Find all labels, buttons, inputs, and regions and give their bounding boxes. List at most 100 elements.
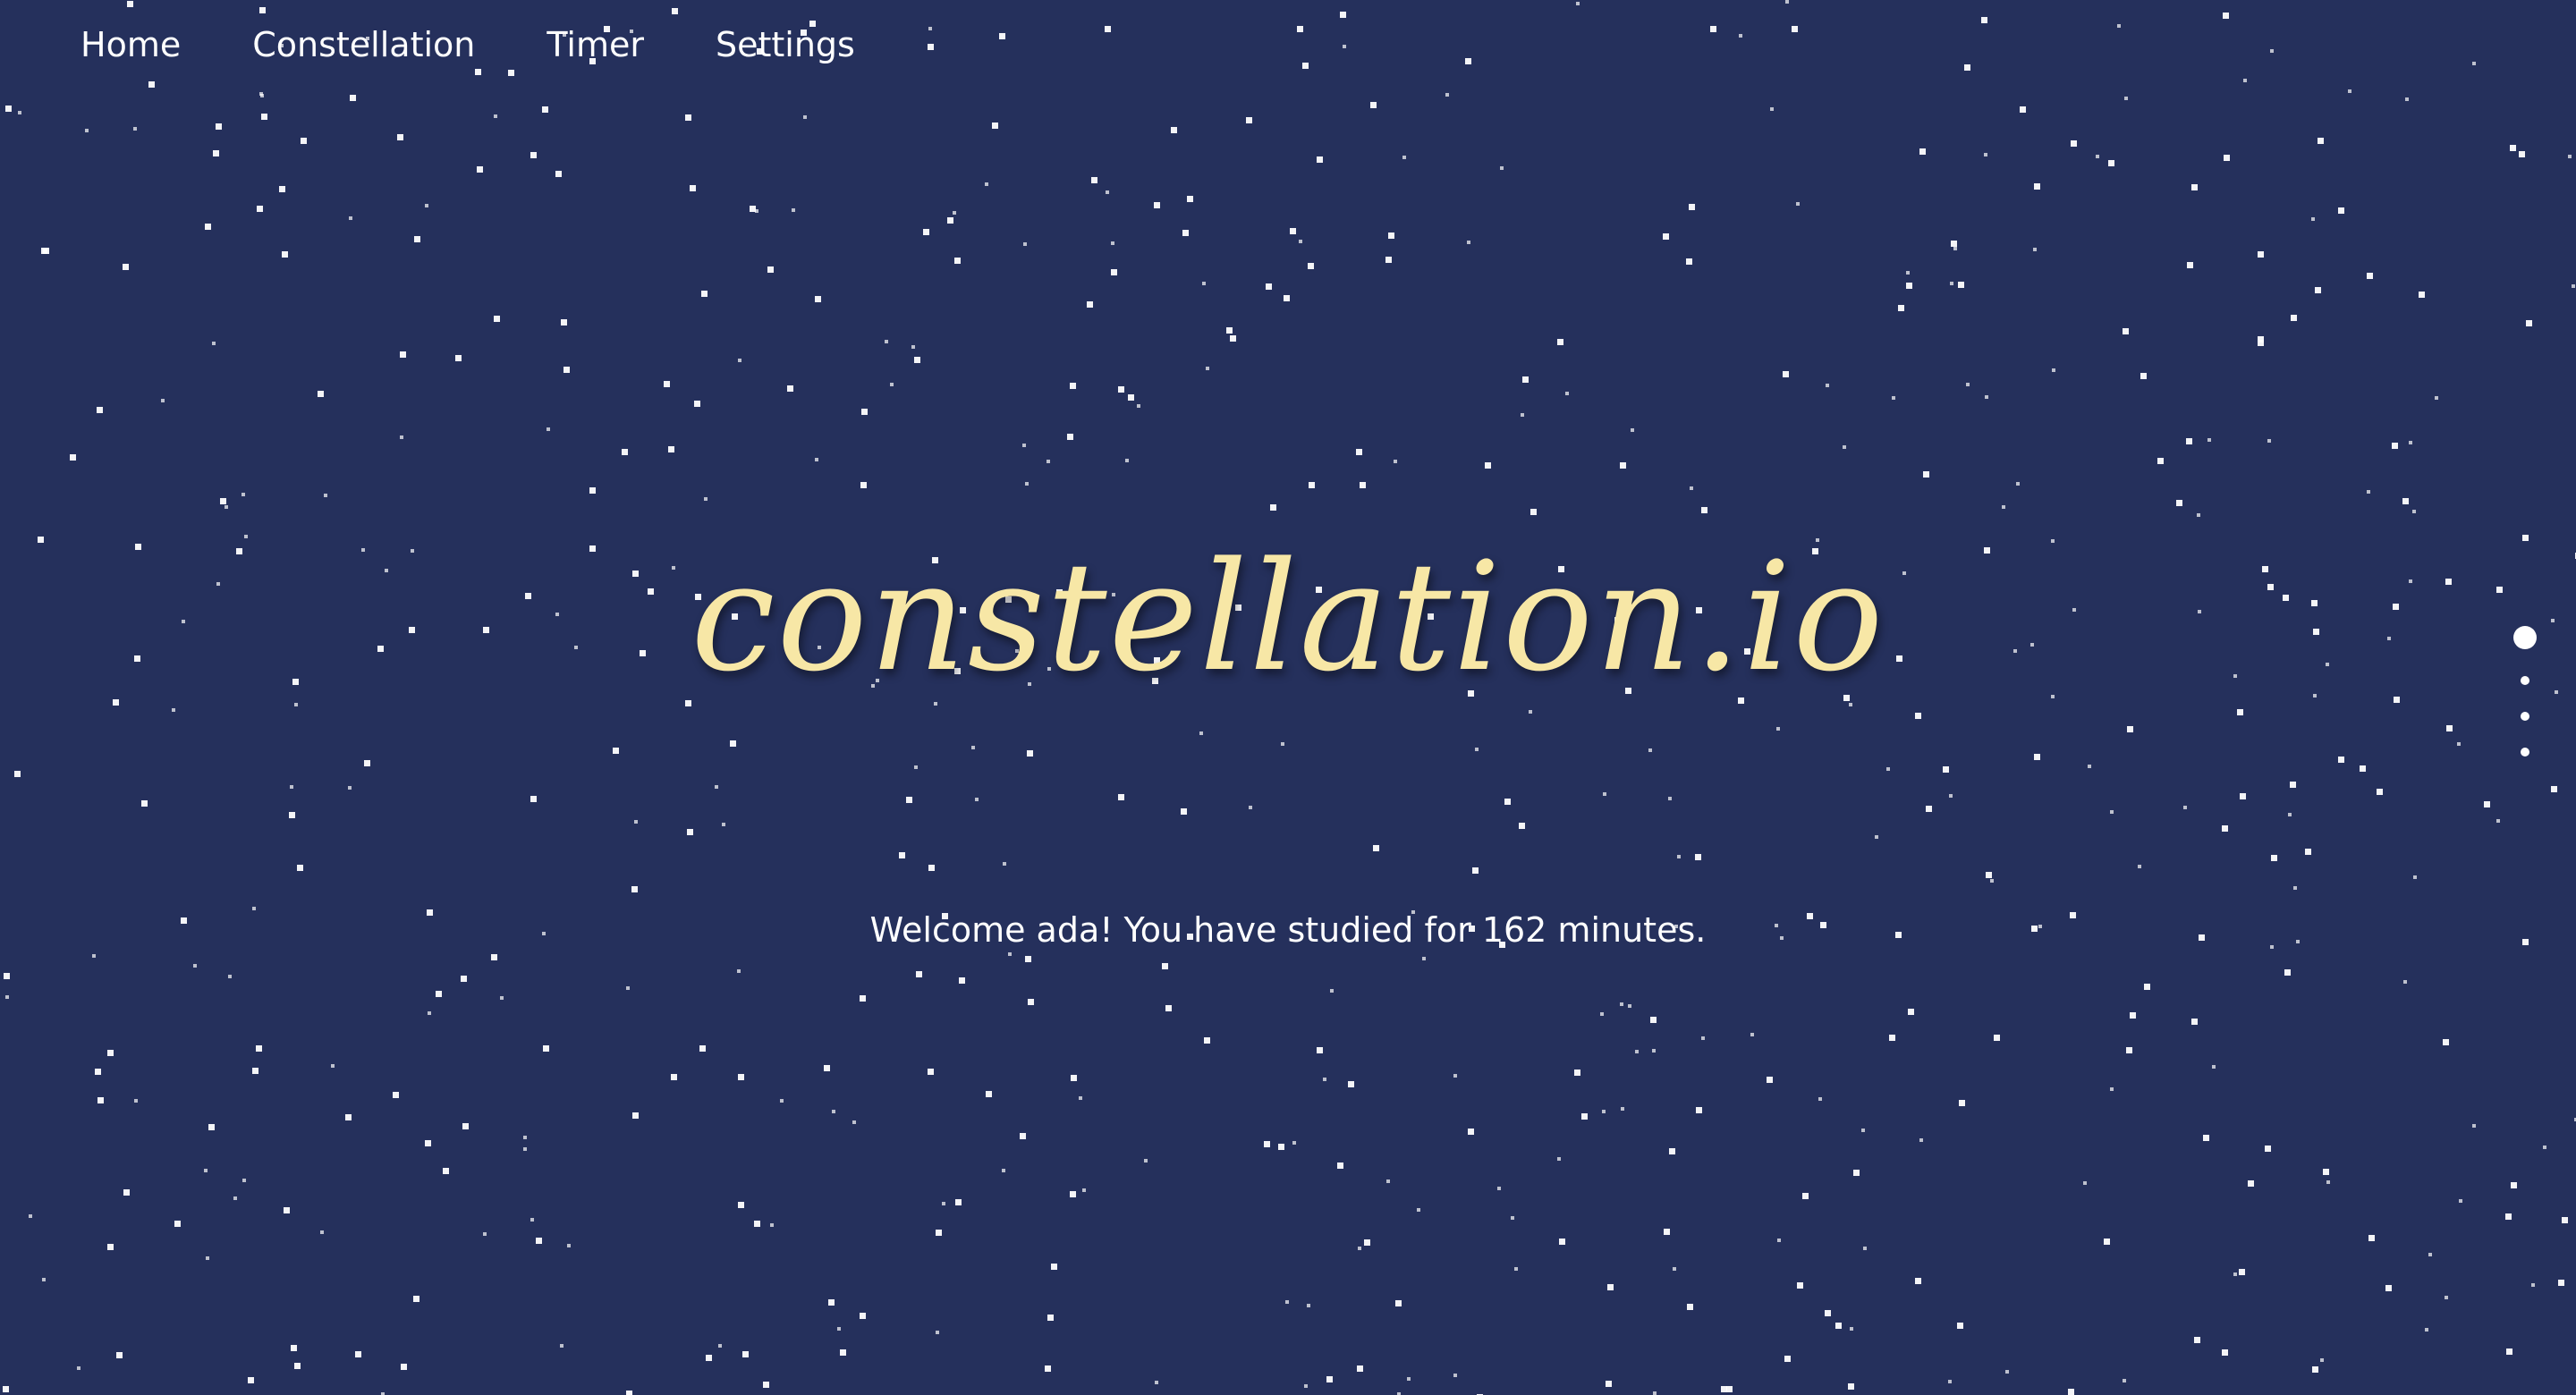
star — [828, 1299, 835, 1306]
star — [4, 973, 10, 979]
nav-constellation-link[interactable]: Constellation — [252, 20, 475, 70]
star — [1302, 63, 1309, 69]
star — [860, 482, 867, 488]
star — [228, 975, 232, 978]
star — [1270, 504, 1276, 511]
star — [1308, 263, 1314, 269]
nav-timer-link[interactable]: Timer — [547, 20, 644, 70]
star — [1889, 1035, 1895, 1041]
star — [123, 1189, 130, 1196]
star — [1994, 1035, 2000, 1041]
star — [1111, 269, 1117, 275]
star — [2183, 806, 2187, 809]
star — [1417, 1208, 1420, 1212]
star — [2315, 287, 2321, 293]
nav-settings-link[interactable]: Settings — [716, 20, 855, 70]
star — [1356, 449, 1362, 455]
star — [2212, 1065, 2216, 1069]
nav-home-link[interactable]: Home — [80, 20, 181, 70]
star — [1519, 823, 1525, 829]
star — [701, 291, 708, 297]
star — [2265, 1146, 2271, 1152]
star — [345, 1114, 352, 1120]
pager-dot-1[interactable] — [2513, 626, 2537, 649]
star — [397, 134, 403, 140]
star — [1950, 282, 1953, 285]
star — [2020, 106, 2026, 113]
star — [613, 748, 619, 754]
star — [885, 340, 888, 343]
star — [1530, 509, 1537, 515]
star — [1047, 1315, 1054, 1321]
star — [2385, 1285, 2392, 1291]
star — [1264, 1141, 1270, 1147]
star — [1906, 271, 1910, 275]
star — [1953, 247, 1957, 250]
star — [1290, 228, 1296, 234]
star — [699, 1045, 706, 1052]
pager-dot-3[interactable] — [2521, 712, 2529, 721]
star — [1664, 1229, 1670, 1235]
star — [242, 493, 245, 496]
star — [225, 505, 228, 509]
star — [555, 171, 562, 177]
star — [626, 986, 630, 990]
star — [2052, 368, 2055, 372]
star — [1284, 295, 1290, 301]
star — [1111, 241, 1114, 245]
star — [2506, 1348, 2512, 1355]
star — [257, 206, 263, 212]
star — [770, 1223, 774, 1227]
star — [1696, 1107, 1702, 1113]
star — [2110, 810, 2114, 814]
star — [1792, 26, 1798, 32]
star — [2291, 315, 2297, 321]
star — [2312, 1366, 2318, 1373]
star — [2459, 1199, 2462, 1203]
star — [2320, 1358, 2324, 1362]
star — [985, 182, 988, 186]
star — [148, 81, 155, 88]
star — [331, 1064, 335, 1068]
star — [2186, 438, 2192, 444]
star — [953, 211, 956, 215]
star — [1181, 808, 1187, 815]
star — [1603, 792, 1606, 796]
star — [77, 1366, 80, 1370]
star — [626, 1391, 632, 1395]
star — [2323, 1169, 2329, 1175]
star — [1850, 1327, 1853, 1331]
star — [1607, 1284, 1614, 1290]
star — [462, 1123, 469, 1129]
star — [1395, 1300, 1402, 1306]
star — [738, 1074, 744, 1080]
star — [216, 123, 222, 130]
star — [738, 1202, 744, 1208]
star — [2127, 726, 2133, 732]
star — [1652, 1049, 1656, 1053]
star — [1330, 989, 1334, 993]
star — [1199, 731, 1203, 735]
star — [2284, 969, 2291, 976]
star — [737, 969, 741, 973]
star — [803, 115, 807, 119]
star — [2428, 1253, 2432, 1256]
star — [2258, 336, 2264, 342]
star — [750, 206, 756, 212]
star — [1943, 766, 1949, 773]
star — [2203, 1135, 2209, 1141]
star — [1926, 806, 1932, 812]
star — [1326, 1376, 1333, 1382]
pager-dot-2[interactable] — [2521, 676, 2529, 685]
star — [1386, 1179, 1390, 1183]
star — [536, 1238, 542, 1244]
star — [523, 1136, 527, 1139]
pager-dot-4[interactable] — [2521, 748, 2529, 757]
star — [1919, 1138, 1923, 1142]
star — [1067, 434, 1073, 440]
star — [294, 1363, 301, 1369]
star — [393, 1092, 399, 1098]
star — [1776, 727, 1780, 731]
star — [1385, 257, 1392, 263]
star — [1648, 748, 1652, 752]
